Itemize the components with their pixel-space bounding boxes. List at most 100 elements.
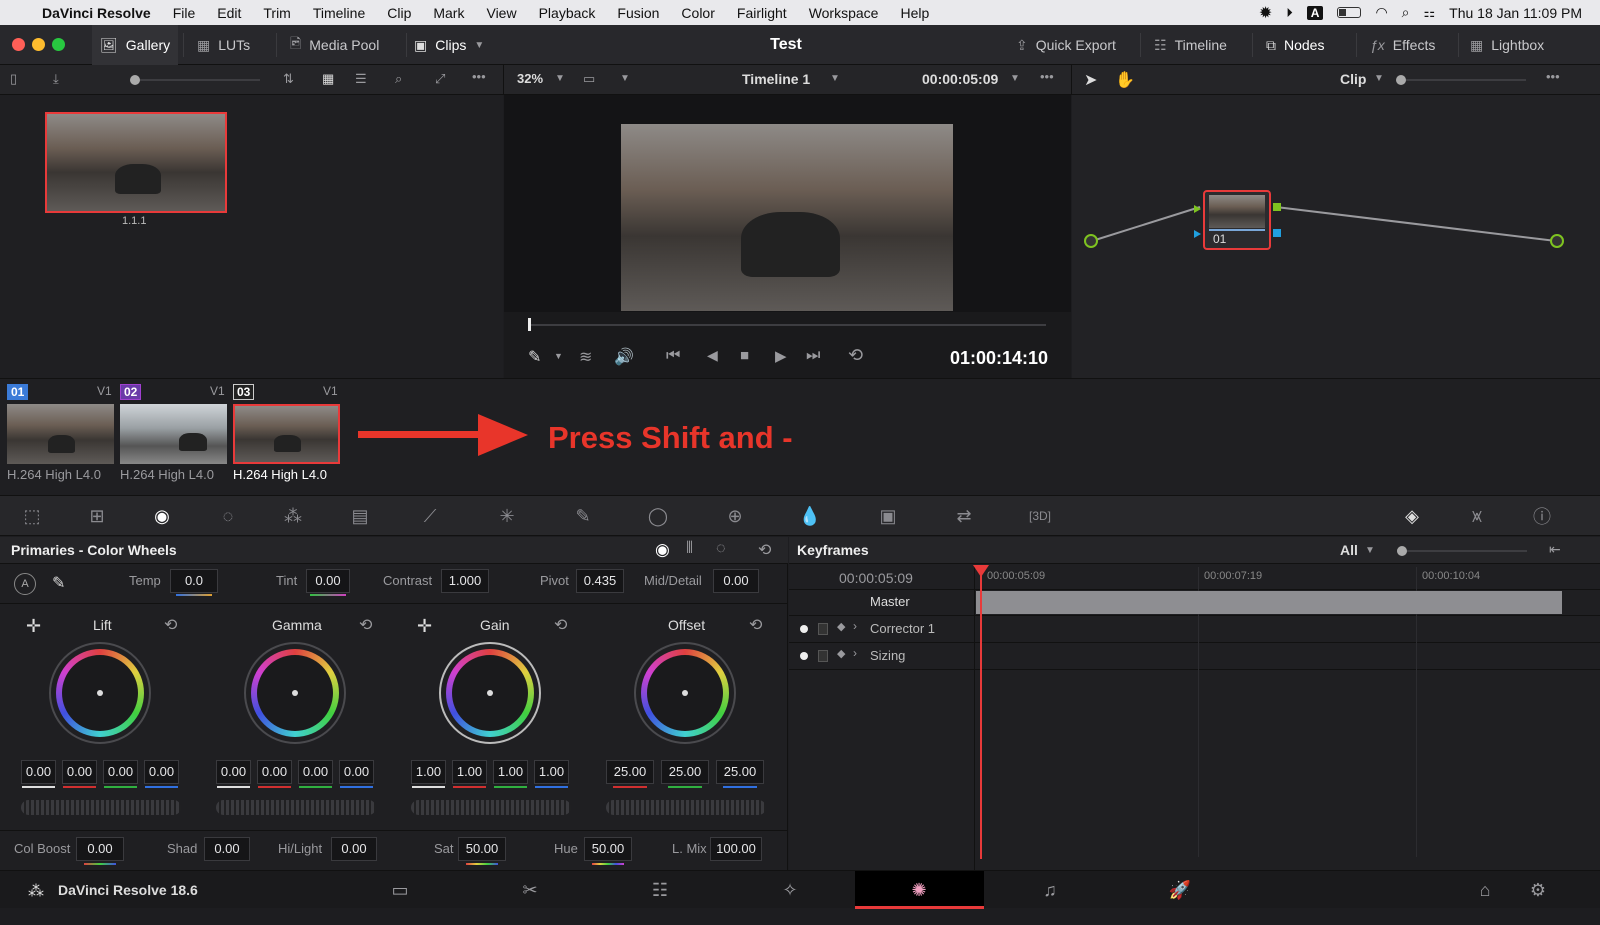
menu-clip[interactable]: Clip — [376, 5, 422, 21]
sort-icon[interactable]: ⇅ — [283, 71, 294, 87]
luts-button[interactable]: ▦ LUTs — [197, 25, 250, 65]
wheels-mode-icon[interactable]: ◉ — [655, 540, 670, 560]
clip-thumbnail-03[interactable] — [233, 404, 340, 464]
master-track-bar[interactable] — [976, 591, 1562, 614]
reset-icon[interactable]: ⟲ — [164, 615, 177, 635]
step-back-icon[interactable]: ◀ — [707, 347, 718, 364]
color-match-icon[interactable]: ⊞ — [77, 496, 117, 536]
menu-help[interactable]: Help — [889, 5, 940, 21]
shad-field[interactable]: 0.00 — [204, 837, 250, 861]
chevron-down-icon[interactable]: ▼ — [830, 73, 840, 84]
lift-y-field[interactable]: 0.00 — [21, 760, 56, 784]
play-status-icon[interactable]: ⏵ — [1286, 5, 1293, 21]
bars-mode-icon[interactable]: ⦀ — [686, 540, 693, 558]
hdr-wheels-icon[interactable]: ◌ — [208, 496, 248, 536]
3d-icon[interactable]: [3D] — [1020, 496, 1060, 536]
tracker-icon[interactable]: ⊕ — [715, 496, 755, 536]
node-zoom-slider[interactable] — [1396, 75, 1526, 85]
reset-icon[interactable]: ⟲ — [359, 615, 372, 635]
viewer-frame[interactable] — [621, 124, 953, 311]
contrast-field[interactable]: 1.000 — [441, 569, 489, 593]
timeline-name[interactable]: Timeline 1 — [742, 71, 810, 87]
gain-wheel[interactable] — [439, 642, 541, 744]
motion-effects-icon[interactable]: ▤ — [340, 496, 380, 536]
fusion-page-icon[interactable]: ✧ — [770, 871, 810, 909]
gain-r-field[interactable]: 1.00 — [452, 760, 487, 784]
node-rgb-output[interactable] — [1273, 203, 1281, 211]
gamma-master-wheel[interactable] — [216, 800, 376, 815]
gain-b-field[interactable]: 1.00 — [534, 760, 569, 784]
output-dot[interactable] — [1550, 234, 1564, 248]
lock-icon[interactable] — [818, 650, 828, 662]
keyframe-zoom-slider[interactable] — [1397, 546, 1527, 556]
lift-g-field[interactable]: 0.00 — [103, 760, 138, 784]
keyframe-diamond-icon[interactable]: ◆ — [837, 620, 845, 633]
node-mode[interactable]: Clip — [1340, 71, 1366, 87]
effects-toggle-button[interactable]: ƒx Effects — [1370, 25, 1435, 65]
playhead[interactable] — [528, 318, 531, 331]
menu-view[interactable]: View — [475, 5, 527, 21]
menu-timeline[interactable]: Timeline — [302, 5, 376, 21]
menu-playback[interactable]: Playback — [528, 5, 607, 21]
lock-icon[interactable] — [818, 623, 828, 635]
track-master[interactable]: Master — [870, 594, 910, 609]
chevron-right-icon[interactable]: › — [853, 619, 857, 633]
track-dot[interactable] — [800, 625, 808, 633]
keyframes-filter[interactable]: All — [1340, 542, 1358, 558]
color-picker-icon[interactable]: ✎ — [528, 347, 541, 367]
brightness-icon[interactable]: ✹ — [1259, 3, 1272, 23]
offset-r-field[interactable]: 25.00 — [606, 760, 654, 784]
lift-wheel[interactable] — [49, 642, 151, 744]
track-dot[interactable] — [800, 652, 808, 660]
gamma-b-field[interactable]: 0.00 — [339, 760, 374, 784]
offset-b-field[interactable]: 25.00 — [716, 760, 764, 784]
reset-icon[interactable]: ⟲ — [749, 615, 762, 635]
chevron-down-icon[interactable]: ▼ — [1365, 545, 1375, 556]
edit-page-icon[interactable]: ☷ — [640, 871, 680, 909]
menu-app-name[interactable]: DaVinci Resolve — [31, 5, 162, 21]
wifi-icon[interactable]: ◠ — [1375, 4, 1387, 21]
grab-still-icon[interactable]: ⤓ — [53, 71, 59, 87]
gain-g-field[interactable]: 1.00 — [493, 760, 528, 784]
clip-thumbnail-02[interactable] — [120, 404, 227, 464]
lightbox-toggle-button[interactable]: ▦ Lightbox — [1470, 25, 1544, 65]
media-pool-button[interactable]: 🖻 Media Pool — [290, 25, 379, 65]
chevron-down-icon[interactable]: ▼ — [1374, 73, 1384, 84]
menu-edit[interactable]: Edit — [206, 5, 252, 21]
thumbnail-size-slider[interactable] — [130, 75, 260, 85]
reset-all-icon[interactable]: ⟲ — [758, 540, 771, 560]
viewer-mode-icon[interactable]: ▭ — [583, 71, 595, 87]
scopes-icon[interactable]: ⩙ — [1457, 496, 1497, 536]
keyframes-panel-icon[interactable]: ◈ — [1392, 496, 1432, 536]
info-icon[interactable]: ⓘ — [1522, 496, 1562, 536]
clips-button[interactable]: ▣ Clips ▼ — [414, 25, 484, 65]
more-options-icon[interactable]: ••• — [1040, 69, 1054, 84]
key-icon[interactable]: ▣ — [868, 496, 908, 536]
search-icon[interactable]: ⌕ — [395, 71, 402, 87]
pivot-field[interactable]: 0.435 — [576, 569, 624, 593]
gamma-r-field[interactable]: 0.00 — [257, 760, 292, 784]
list-view-icon[interactable]: ☰ — [355, 71, 367, 87]
keyframe-diamond-icon[interactable]: ◆ — [837, 647, 845, 660]
lift-master-wheel[interactable] — [21, 800, 181, 815]
curves-icon[interactable]: ⟋ — [410, 496, 450, 536]
qualifier-icon[interactable]: ✎ — [563, 496, 603, 536]
crosshair-icon[interactable]: ✛ — [417, 616, 432, 637]
sizing-icon[interactable]: ⇄ — [944, 496, 984, 536]
expand-icon[interactable]: ⤢ — [435, 71, 445, 87]
offset-g-field[interactable]: 25.00 — [661, 760, 709, 784]
zoom-level[interactable]: 32% — [517, 71, 543, 86]
reset-icon[interactable]: ⟲ — [554, 615, 567, 635]
primaries-wheels-icon[interactable]: ◉ — [142, 496, 182, 536]
close-window-button[interactable] — [12, 38, 25, 51]
blur-icon[interactable]: 💧 — [790, 496, 830, 536]
viewer-timecode[interactable]: 00:00:05:09 — [922, 71, 998, 87]
track-corrector[interactable]: Corrector 1 — [870, 621, 935, 636]
hilight-field[interactable]: 0.00 — [331, 837, 377, 861]
media-page-icon[interactable]: ▭ — [380, 871, 420, 909]
fairlight-page-icon[interactable]: ♫ — [1030, 871, 1070, 909]
node-rgb-input[interactable] — [1194, 205, 1201, 213]
loop-icon[interactable]: ⟲ — [848, 345, 863, 366]
menu-fusion[interactable]: Fusion — [606, 5, 670, 21]
crosshair-icon[interactable]: ✛ — [26, 616, 41, 637]
